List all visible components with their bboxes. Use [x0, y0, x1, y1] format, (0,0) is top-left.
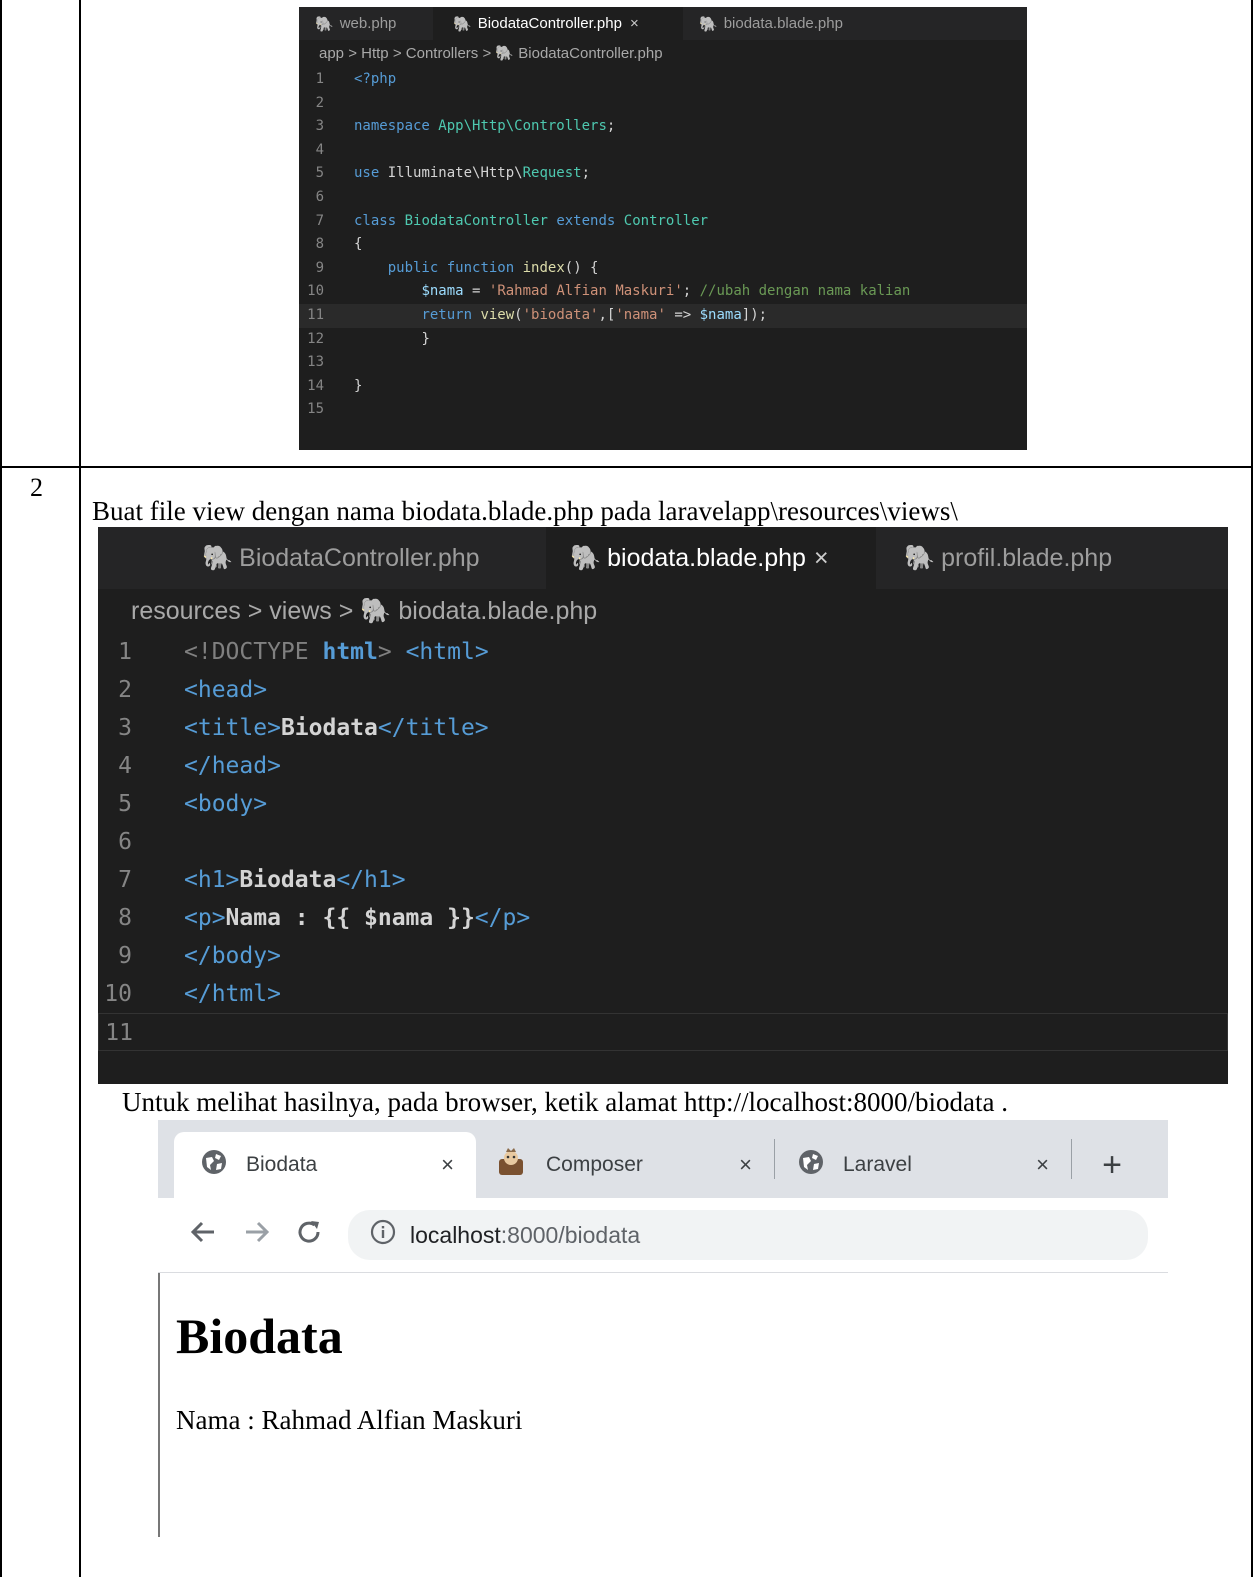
close-tab-icon[interactable]: ×	[739, 1152, 752, 1178]
browser-toolbar: localhost:8000/biodata	[158, 1198, 1168, 1273]
breadcrumb-resources[interactable]: resources	[131, 597, 241, 625]
browser-viewport: Biodata Nama : Rahmad Alfian Maskuri	[158, 1273, 1168, 1537]
browser-tab-composer[interactable]: Composer ×	[476, 1132, 774, 1198]
php-elephant-icon: 🐘	[570, 543, 602, 572]
php-elephant-icon: 🐘	[699, 15, 718, 33]
php-elephant-icon: 🐘	[495, 45, 515, 62]
php-open-tag: <?php	[354, 71, 397, 87]
code-area[interactable]: 1 <?php 2 3 namespace App\Http\Controllers…	[299, 68, 1027, 422]
url-path: :8000/biodata	[500, 1221, 641, 1248]
result-instruction-text: Untuk melihat hasilnya, pada browser, ke…	[122, 1087, 1008, 1117]
globe-icon	[200, 1148, 228, 1182]
browser-tab-strip: Biodata × Composer × Laravel × +	[158, 1120, 1168, 1198]
breadcrumb-app[interactable]: app	[319, 45, 344, 62]
code-editor-blade: 🐘 BiodataController.php 🐘 biodata.blade.…	[98, 527, 1228, 1084]
tab-biodatacontroller-php[interactable]: 🐘 BiodataController.php	[98, 527, 546, 589]
php-elephant-icon: 🐘	[202, 543, 234, 572]
code-area[interactable]: 1 <!DOCTYPE html > <html> 2 <head> 3 <title>…	[98, 633, 1228, 1051]
breadcrumb-file[interactable]: biodata.blade.php	[398, 597, 597, 625]
breadcrumb-http[interactable]: Http	[361, 45, 389, 62]
close-tab-icon[interactable]: ×	[1036, 1152, 1049, 1178]
address-bar[interactable]: localhost:8000/biodata	[348, 1210, 1148, 1260]
php-elephant-icon: 🐘	[453, 15, 472, 33]
breadcrumb-views[interactable]: views	[269, 597, 332, 625]
php-elephant-icon: 🐘	[315, 15, 334, 33]
tab-biodatacontroller-php[interactable]: 🐘 BiodataController.php ×	[433, 7, 683, 40]
page-heading: Biodata	[176, 1308, 343, 1364]
tab-biodata-blade-php[interactable]: 🐘 biodata.blade.php	[683, 7, 873, 40]
close-tab-icon[interactable]: ×	[441, 1152, 454, 1178]
row-number: 2	[30, 473, 43, 502]
new-tab-button[interactable]: +	[1072, 1132, 1152, 1198]
table-border-column	[79, 0, 81, 1577]
close-tab-icon[interactable]: ×	[814, 544, 829, 573]
plus-icon: +	[1102, 1145, 1122, 1184]
browser-tab-laravel[interactable]: Laravel ×	[775, 1132, 1071, 1198]
breadcrumb: resources > views > 🐘 biodata.blade.php	[131, 597, 598, 625]
url-host: localhost	[410, 1221, 501, 1248]
browser-window: Biodata × Composer × Laravel × + localho…	[158, 1120, 1168, 1537]
breadcrumb-controllers[interactable]: Controllers	[406, 45, 479, 62]
editor-tab-bar: 🐘 BiodataController.php 🐘 biodata.blade.…	[98, 527, 1228, 589]
tab-profil-blade-php[interactable]: 🐘 profil.blade.php	[876, 527, 1228, 589]
instruction-text: Buat file view dengan nama biodata.blade…	[92, 496, 958, 526]
php-elephant-icon: 🐘	[360, 597, 392, 625]
breadcrumb: app > Http > Controllers > 🐘 BiodataCont…	[319, 45, 663, 62]
composer-icon	[496, 1147, 526, 1183]
reload-icon[interactable]	[294, 1217, 324, 1254]
page-paragraph: Nama : Rahmad Alfian Maskuri	[176, 1405, 523, 1435]
info-icon[interactable]	[370, 1219, 396, 1251]
tab-web-php[interactable]: 🐘 web.php	[299, 7, 433, 40]
globe-icon	[797, 1148, 825, 1182]
table-row-divider	[0, 466, 1253, 468]
browser-tab-biodata[interactable]: Biodata ×	[174, 1132, 476, 1198]
forward-arrow-icon[interactable]	[242, 1217, 272, 1254]
editor-tab-bar: 🐘 web.php 🐘 BiodataController.php × 🐘 bi…	[299, 7, 1027, 40]
table-border-left	[0, 0, 2, 1577]
back-arrow-icon[interactable]	[188, 1217, 218, 1254]
close-tab-icon[interactable]: ×	[630, 15, 639, 32]
code-editor-controller: 🐘 web.php 🐘 BiodataController.php × 🐘 bi…	[299, 7, 1027, 450]
breadcrumb-file[interactable]: BiodataController.php	[518, 45, 662, 62]
tab-biodata-blade-php[interactable]: 🐘 biodata.blade.php ×	[546, 527, 876, 589]
php-elephant-icon: 🐘	[904, 543, 936, 572]
